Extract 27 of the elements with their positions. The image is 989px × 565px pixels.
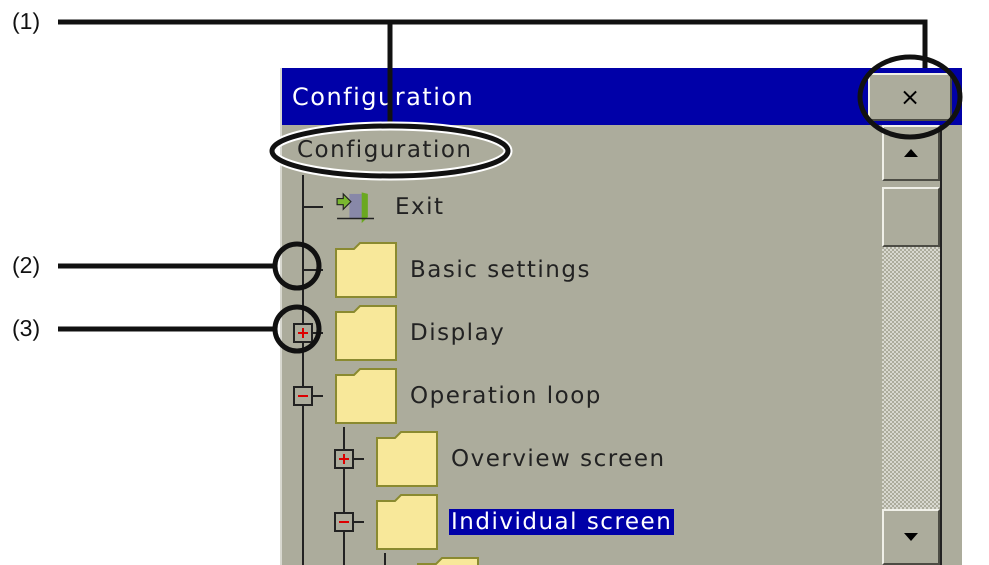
close-button[interactable]: ×	[868, 72, 952, 120]
callout-label: (3)	[12, 317, 40, 340]
tree-item[interactable]: Display	[408, 320, 508, 346]
tree-item[interactable]: Operation loop	[408, 382, 604, 408]
tree-item[interactable]: Overview screen	[449, 446, 668, 472]
folder-icon	[375, 430, 440, 488]
folder-icon	[334, 240, 399, 298]
folder-icon	[375, 492, 440, 550]
scroll-up-button[interactable]	[882, 125, 940, 181]
expander-box[interactable]	[293, 386, 313, 406]
callout-label: (2)	[12, 254, 40, 277]
scroll-down-button[interactable]	[882, 509, 940, 565]
expander-box[interactable]	[293, 323, 313, 343]
callout-circle	[272, 304, 322, 354]
expander-box[interactable]	[334, 449, 354, 469]
folder-icon	[334, 366, 399, 424]
tree-root[interactable]: Configuration	[282, 125, 882, 175]
tree-item[interactable]: Exit	[393, 194, 447, 220]
folder-icon	[334, 304, 399, 362]
callout-label: (1)	[12, 10, 40, 33]
expander-box[interactable]	[334, 512, 354, 532]
tree-item[interactable]: Individual screen	[449, 508, 674, 534]
callout-circle	[272, 242, 322, 290]
scroll-thumb[interactable]	[882, 187, 940, 247]
up-triangle-icon	[904, 149, 918, 157]
tree-item[interactable]: Basic settings	[408, 256, 593, 282]
down-triangle-icon	[904, 533, 918, 541]
